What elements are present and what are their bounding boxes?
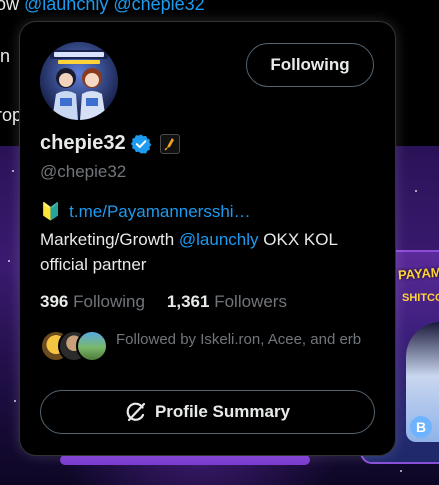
background-star	[14, 400, 16, 402]
display-name[interactable]: chepie32	[40, 132, 126, 155]
avatar-artwork	[40, 42, 118, 120]
bio-link-row: 🔰 t.me/Payamannersshi…	[40, 202, 251, 222]
profile-summary-label: Profile Summary	[154, 402, 291, 421]
affiliate-badge-icon[interactable]	[159, 133, 180, 154]
following-stat[interactable]: 396 Following	[40, 292, 145, 312]
bio-link[interactable]: t.me/Payamannersshi…	[69, 202, 250, 222]
bio-mention-link[interactable]: @launchly	[179, 230, 259, 249]
followed-by-text: Followed by Iskeli.ron, Acee, and erb	[116, 331, 362, 348]
beginner-emoji-icon: 🔰	[40, 202, 62, 221]
background-tweet-line-1: ow @launchly @chepie32	[0, 0, 205, 15]
background-card-subtitle: SHITCO	[402, 292, 439, 304]
follow-stats: 396 Following 1,361 Followers	[40, 292, 287, 312]
mutual-followers-avatars	[40, 330, 108, 362]
followers-count: 1,361	[166, 292, 210, 311]
background-tweet-line-2: in	[0, 46, 11, 66]
profile-summary-button[interactable]: Profile Summary	[40, 390, 375, 434]
profile-handle[interactable]: @chepie32	[40, 162, 126, 182]
background-text: ow	[0, 0, 20, 14]
background-star	[8, 260, 10, 262]
background-mentions[interactable]: @launchly @chepie32	[24, 0, 205, 14]
grok-slash-circle-icon	[126, 402, 146, 422]
followed-by-row[interactable]: Followed by Iskeli.ron, Acee, and erb	[40, 330, 371, 362]
rocket-icon	[164, 137, 174, 151]
name-row: chepie32	[40, 132, 180, 155]
profile-avatar[interactable]	[40, 42, 118, 120]
followers-stat[interactable]: 1,361 Followers	[167, 292, 287, 312]
background-tweet-line-3: rop	[0, 105, 23, 125]
following-count: 396	[40, 292, 69, 311]
background-star	[12, 170, 14, 172]
following-button[interactable]: Following	[246, 43, 374, 87]
background-star	[415, 190, 417, 192]
bitcoin-icon: B	[410, 416, 432, 438]
background-card-title: PAYAM	[397, 264, 439, 283]
bio-text-start: Marketing/Growth	[40, 230, 179, 249]
background-media-edge	[60, 455, 310, 465]
avatar	[76, 330, 108, 362]
background-star	[400, 470, 402, 472]
profile-hover-card: Following chepie32 @chepie32 🔰 t.me/Paya…	[20, 22, 395, 455]
bio-text: Marketing/Growth @launchly OKX KOL offic…	[40, 227, 360, 277]
followers-label: Followers	[214, 292, 287, 311]
following-label: Following	[73, 292, 145, 311]
verified-check-icon[interactable]	[130, 133, 152, 155]
